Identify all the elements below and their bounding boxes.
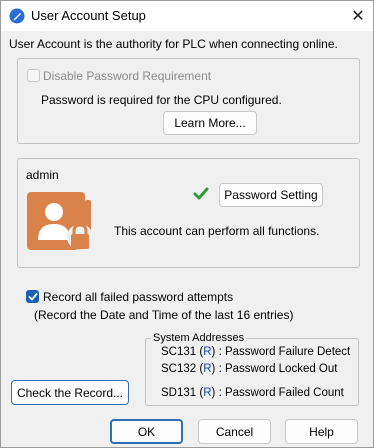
check-icon: [193, 187, 209, 201]
system-address-row: SC131 (R) : Password Failure Detect: [161, 346, 351, 358]
system-address-desc: : Password Locked Out: [218, 363, 338, 375]
cancel-button[interactable]: Cancel: [198, 419, 271, 444]
account-description: This account can perform all functions.: [114, 224, 320, 238]
check-record-button[interactable]: Check the Record...: [11, 380, 129, 405]
disable-password-checkbox[interactable]: [27, 69, 40, 82]
disable-password-label: Disable Password Requirement: [43, 69, 212, 83]
system-address-flag: R: [203, 346, 212, 358]
record-failed-attempts-label: Record all failed password attempts: [43, 290, 234, 304]
system-addresses-legend: System Addresses: [151, 332, 247, 344]
user-lock-icon: [25, 190, 99, 256]
password-setting-button[interactable]: Password Setting: [219, 183, 323, 207]
system-address-desc: : Password Failed Count: [218, 387, 344, 399]
close-icon: ✕: [351, 8, 365, 25]
record-note: (Record the Date and Time of the last 16…: [34, 308, 294, 322]
ok-button[interactable]: OK: [110, 419, 183, 444]
learn-more-button[interactable]: Learn More...: [163, 111, 257, 135]
checkmark-icon: [27, 292, 38, 301]
password-info-text: Password is required for the CPU configu…: [41, 93, 282, 107]
close-button[interactable]: ✕: [343, 1, 373, 31]
app-icon: [9, 8, 25, 24]
window-title: User Account Setup: [31, 8, 146, 23]
system-address-flag: R: [203, 387, 212, 399]
system-address-flag: R: [203, 363, 212, 375]
system-address-row: SD131 (R) : Password Failed Count: [161, 387, 344, 399]
help-button[interactable]: Help: [285, 419, 358, 444]
intro-text: User Account is the authority for PLC wh…: [9, 37, 338, 51]
user-account-setup-dialog: User Account Setup ✕ User Account is the…: [0, 0, 374, 448]
system-address-code: SC132: [161, 363, 197, 375]
account-username: admin: [26, 168, 59, 182]
system-address-code: SD131: [161, 387, 197, 399]
system-address-row: SC132 (R) : Password Locked Out: [161, 363, 338, 375]
system-address-code: SC131: [161, 346, 197, 358]
system-address-desc: : Password Failure Detect: [218, 346, 351, 358]
title-bar: User Account Setup ✕: [1, 1, 373, 31]
record-failed-attempts-checkbox[interactable]: [26, 290, 39, 303]
